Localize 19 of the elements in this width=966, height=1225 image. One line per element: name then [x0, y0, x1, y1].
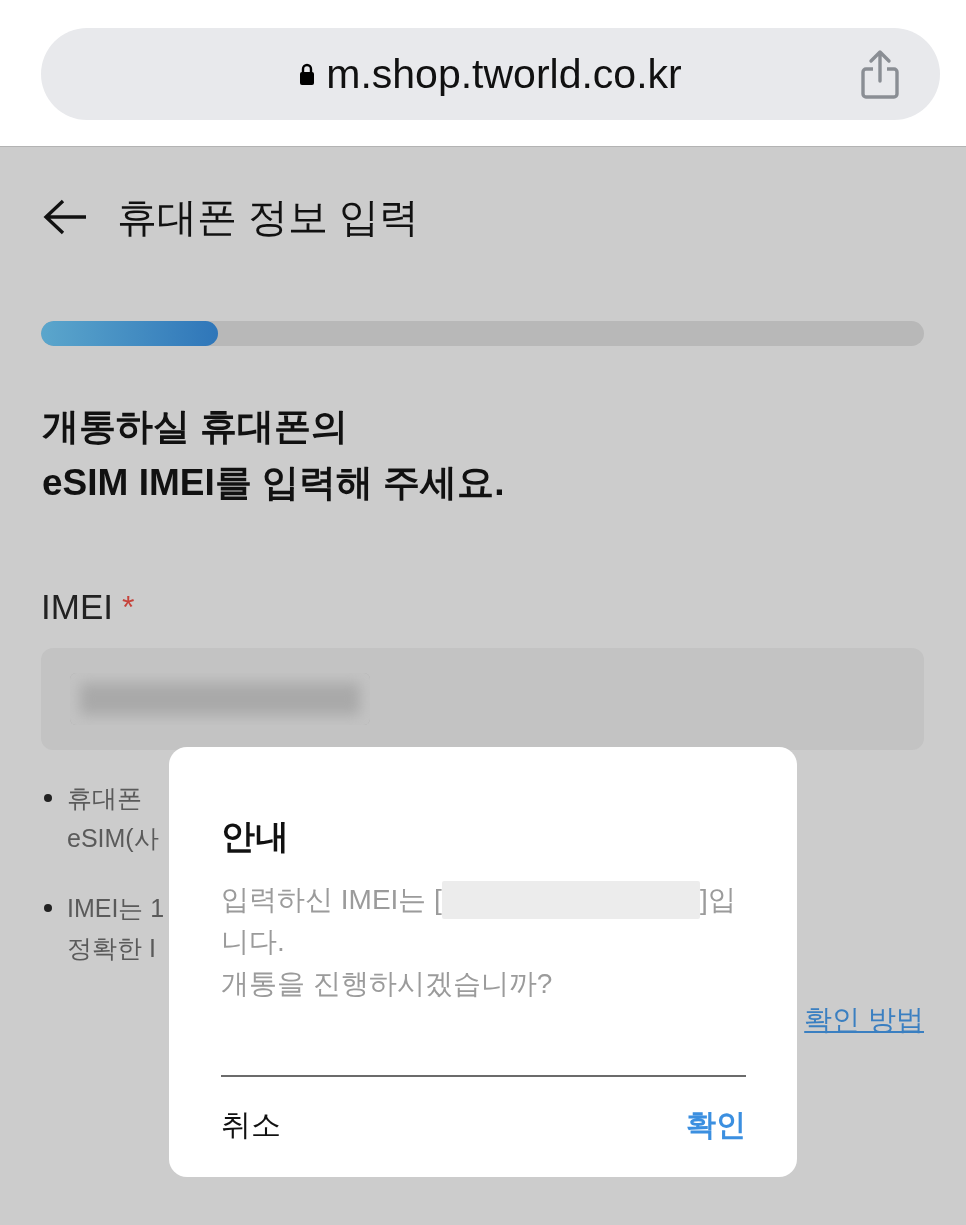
- dialog-message: 개통을 진행하시겠습니까?: [221, 967, 553, 1001]
- share-icon[interactable]: [860, 49, 900, 99]
- back-arrow-icon[interactable]: [42, 198, 88, 236]
- imei-input[interactable]: [41, 648, 924, 750]
- page-title: 휴대폰 정보 입력: [117, 194, 420, 241]
- required-mark: *: [121, 588, 135, 627]
- bullet-icon: [44, 794, 52, 802]
- note-text: 휴대폰 eSIM(사: [67, 783, 159, 854]
- url-text: m.shop.tworld.co.kr: [326, 50, 682, 98]
- note-text: IMEI는 1 정확한 I: [67, 893, 165, 964]
- cancel-button[interactable]: 취소: [221, 1100, 281, 1150]
- page-heading: 개통하실 휴대폰의 eSIM IMEI를 입력해 주세요.: [42, 405, 506, 505]
- address-bar[interactable]: m.shop.tworld.co.kr: [41, 28, 940, 120]
- bullet-icon: [44, 904, 52, 912]
- dialog-message: 니다.: [221, 925, 285, 959]
- field-label: IMEI: [41, 586, 113, 628]
- dialog-title: 안내: [221, 816, 290, 857]
- dialog-message: 입력하신 IMEI는 [: [221, 883, 442, 917]
- dialog-message: ]입: [699, 883, 736, 917]
